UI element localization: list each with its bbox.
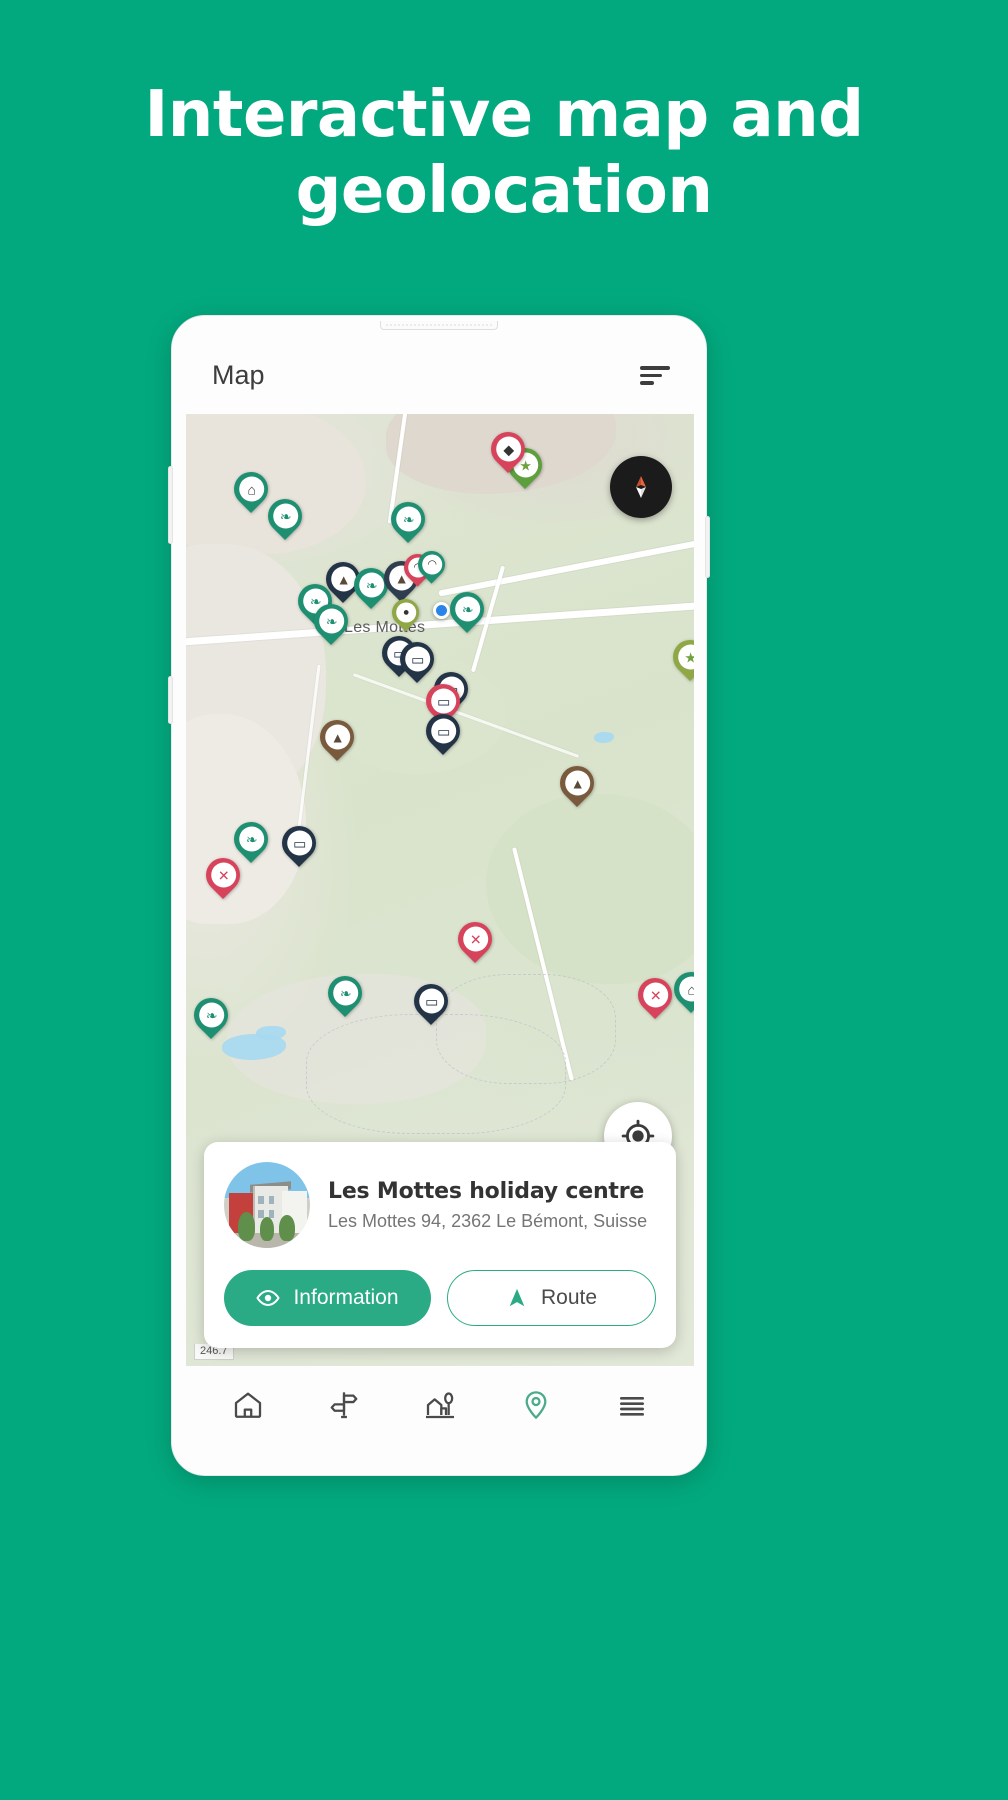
route-button[interactable]: Route — [447, 1270, 656, 1326]
map-marker-leaf[interactable]: ❧ — [186, 990, 236, 1040]
nav-home[interactable] — [220, 1377, 276, 1433]
village-icon — [424, 1389, 456, 1421]
bottom-navigation — [186, 1366, 694, 1444]
map-marker-home[interactable]: ⌂ — [226, 464, 276, 514]
monument-icon: ▲ — [330, 566, 356, 592]
filter-lines-icon[interactable] — [640, 364, 670, 386]
cross-icon: ✕ — [642, 982, 668, 1008]
map-marker-leaf[interactable]: ❧ — [226, 814, 276, 864]
power-button — [168, 676, 173, 724]
map-canvas[interactable]: Les Mottes ⌂ ❧ ❧ ★ ◆ ▲ ❧ ▲ ◠ ❧ ❧ ● ❧ ▭ ▭… — [186, 414, 694, 1366]
leaf-icon: ❧ — [395, 506, 421, 532]
ring-icon: ◠ — [421, 554, 442, 575]
nav-village[interactable] — [412, 1377, 468, 1433]
side-button — [705, 516, 710, 578]
leaf-icon: ❧ — [332, 980, 358, 1006]
monument-icon: ▲ — [564, 770, 590, 796]
menu-icon — [616, 1389, 648, 1421]
map-marker-cross[interactable]: ✕ — [198, 850, 248, 900]
phone-mockup: Map Les Mottes ⌂ ❧ ❧ ★ ◆ ▲ ❧ ▲ ◠ ❧ ❧ ● ❧… — [168, 315, 710, 1476]
leaf-icon: ❧ — [358, 572, 384, 598]
volume-button — [168, 466, 173, 544]
information-button[interactable]: Information — [224, 1270, 431, 1326]
leaf-icon: ❧ — [272, 503, 298, 529]
map-marker-bed[interactable]: ▭ — [274, 818, 324, 868]
nav-signpost[interactable] — [316, 1377, 372, 1433]
app-bar-title: Map — [212, 359, 265, 390]
nav-menu[interactable] — [604, 1377, 660, 1433]
card-actions: Information Route — [224, 1270, 656, 1326]
place-title: Les Mottes holiday centre — [328, 1178, 645, 1204]
home-icon: ⌂ — [678, 976, 694, 1002]
bed-icon: ▭ — [404, 646, 430, 672]
leaf-icon: ❧ — [198, 1002, 224, 1028]
cross-icon: ✕ — [462, 926, 488, 952]
leaf-icon: ❧ — [454, 596, 480, 622]
pin-icon: ◆ — [495, 436, 521, 462]
map-marker-monument[interactable]: ▲ — [312, 712, 362, 762]
map-marker-leaf[interactable]: ❧ — [260, 491, 310, 541]
eye-icon — [256, 1286, 281, 1310]
place-info-card[interactable]: Les Mottes holiday centre Les Mottes 94,… — [204, 1142, 676, 1348]
navigation-icon — [506, 1287, 528, 1309]
road — [438, 533, 694, 597]
place-thumbnail — [224, 1162, 310, 1248]
terrain-patch — [186, 714, 306, 924]
cross-icon: ✕ — [210, 862, 236, 888]
terrain-patch — [486, 794, 694, 984]
nav-map-pin[interactable] — [508, 1377, 564, 1433]
signpost-icon — [328, 1389, 360, 1421]
circle-icon: ● — [395, 602, 416, 623]
route-button-label: Route — [540, 1286, 598, 1309]
bed-icon: ▭ — [430, 718, 456, 744]
bed-icon: ▭ — [286, 830, 312, 856]
monument-icon: ▲ — [324, 724, 350, 750]
place-address: Les Mottes 94, 2362 Le Bémont, Suisse — [328, 1210, 648, 1231]
star-icon: ★ — [677, 644, 694, 670]
map-pin-icon — [520, 1389, 552, 1421]
card-text-block: Les Mottes holiday centre Les Mottes 94,… — [328, 1179, 647, 1232]
compass-icon[interactable] — [610, 456, 672, 518]
app-bar: Map — [186, 336, 694, 414]
map-marker-star[interactable]: ★ — [665, 632, 694, 682]
earpiece-speaker — [380, 321, 498, 330]
home-icon — [232, 1389, 264, 1421]
map-marker-cross[interactable]: ✕ — [630, 970, 680, 1020]
map-marker-monument[interactable]: ▲ — [552, 758, 602, 808]
map-marker-leaf[interactable]: ❧ — [320, 968, 370, 1018]
terrain-patch — [186, 414, 366, 554]
user-position-dot — [433, 602, 450, 619]
page-title: Interactive map and geolocation — [144, 78, 864, 228]
leaf-icon: ❧ — [318, 608, 344, 634]
leaf-icon: ❧ — [238, 826, 264, 852]
home-icon: ⌂ — [238, 476, 264, 502]
bed-icon: ▭ — [430, 688, 456, 714]
lake — [594, 732, 614, 743]
bed-icon: ▭ — [418, 988, 444, 1014]
trail-path — [436, 974, 616, 1084]
card-header: Les Mottes holiday centre Les Mottes 94,… — [224, 1162, 656, 1248]
information-button-label: Information — [293, 1286, 399, 1309]
phone-screen: Map Les Mottes ⌂ ❧ ❧ ★ ◆ ▲ ❧ ▲ ◠ ❧ ❧ ● ❧… — [186, 336, 694, 1444]
map-marker-cross[interactable]: ✕ — [450, 914, 500, 964]
